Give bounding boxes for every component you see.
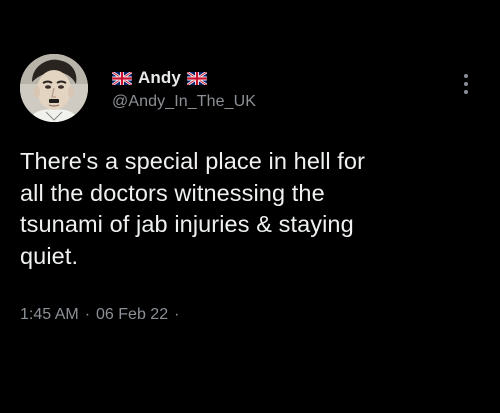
user-handle[interactable]: @Andy_In_The_UK [112,93,256,111]
meta-separator: · [84,306,91,323]
meta-separator-trailing: · [174,306,180,323]
tweet-meta: 1:45 AM · 06 Feb 22 · [20,306,185,324]
more-vertical-icon[interactable] [461,72,471,96]
tweet-card: Andy @Andy_In_The_UK There's a special p… [0,0,500,413]
tweet-time[interactable]: 1:45 AM [20,306,79,324]
name-row: Andy [112,67,207,89]
tweet-date[interactable]: 06 Feb 22 [96,306,168,324]
avatar-image [20,54,88,122]
uk-flag-icon [112,71,132,85]
uk-flag-icon [186,71,207,85]
display-name[interactable]: Andy [138,68,181,88]
tweet-text: There's a special place in hell for all … [20,148,365,269]
avatar[interactable] [20,54,88,122]
